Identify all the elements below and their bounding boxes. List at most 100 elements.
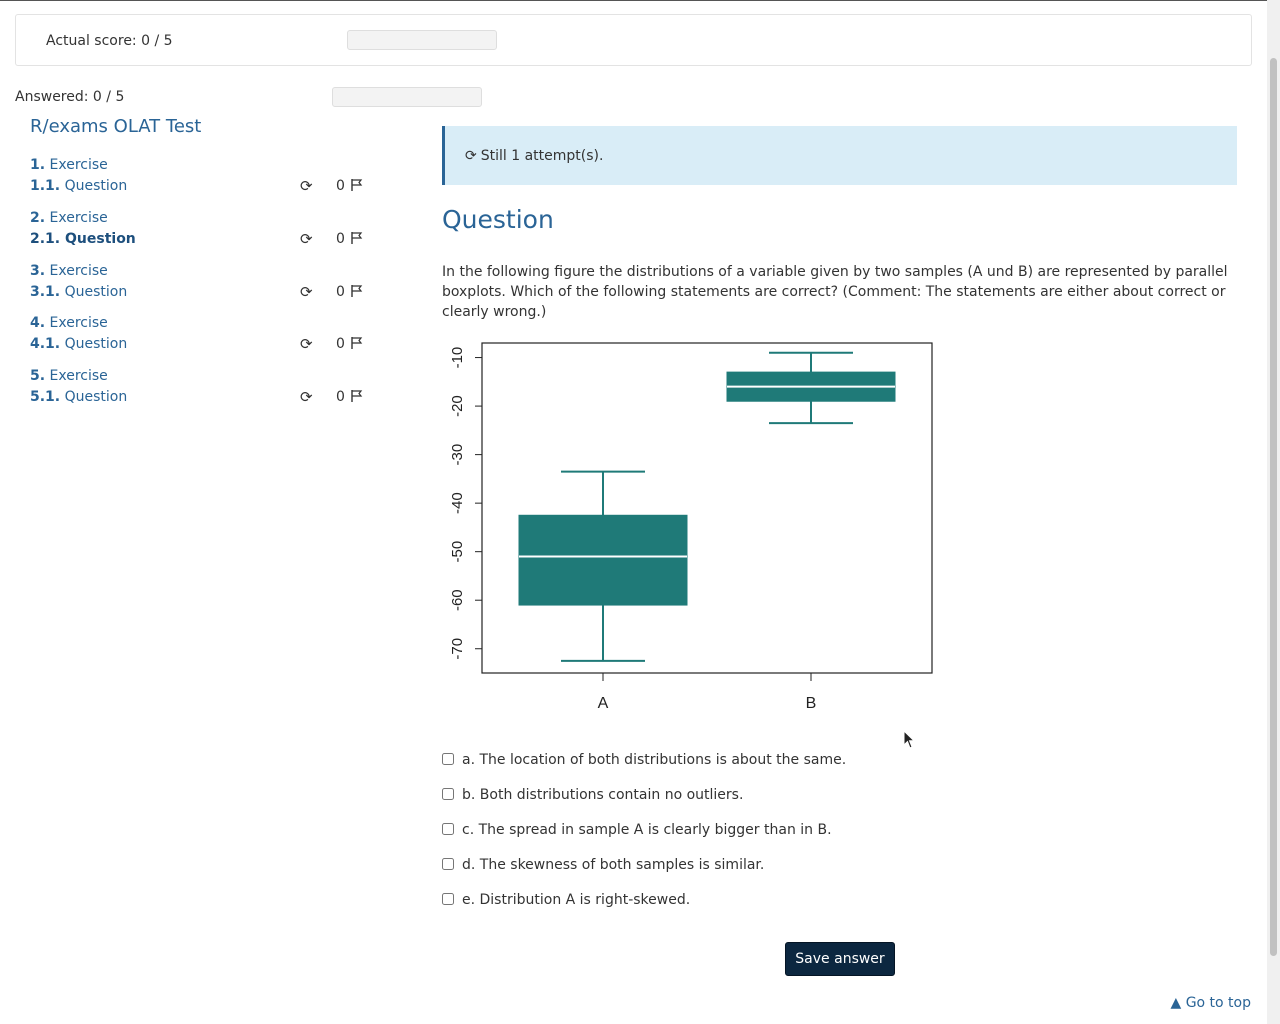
y-tick-label: -50 (449, 541, 466, 563)
exercise-label: Exercise (49, 368, 108, 384)
y-tick-label: -40 (449, 492, 466, 514)
refresh-icon: ⟳ (300, 282, 313, 301)
menu-exercise-3: 3. Exercise 3.1. Question ⟳ 0 (30, 263, 370, 316)
exercise-link[interactable]: 5. Exercise (30, 368, 108, 384)
choice-label[interactable]: e. Distribution A is right-skewed. (462, 892, 690, 908)
exercise-number: 5. (30, 368, 46, 384)
answered-progress-bar (332, 87, 482, 107)
score-panel: Actual score: 0 / 5 (15, 14, 1252, 66)
exercise-number: 1. (30, 157, 46, 173)
chevron-up-icon: ▲ (1170, 995, 1186, 1011)
scrollbar-thumb[interactable] (1270, 58, 1277, 956)
refresh-icon: ⟳ (300, 388, 313, 406)
flag-icon[interactable] (350, 336, 364, 350)
choice-checkbox[interactable] (442, 753, 454, 765)
go-to-top-link[interactable]: ▲ Go to top (1170, 995, 1251, 1011)
question-score: 0 (336, 283, 345, 300)
question-link[interactable]: 5.1. Question (30, 389, 127, 405)
box-A (518, 514, 688, 606)
question-row: 2.1. Question ⟳ 0 (30, 229, 370, 251)
question-score: 0 (336, 336, 345, 353)
question-row: 5.1. Question ⟳ 0 (30, 388, 370, 409)
question-row: 3.1. Question ⟳ 0 (30, 282, 370, 304)
boxplot-chart: -10 -20 -30 -40 -50 -60 -70 A B (449, 342, 933, 712)
question-label: Question (65, 230, 136, 247)
question-number: 2.1. (30, 230, 61, 247)
refresh-icon: ⟳ (300, 229, 313, 248)
exercise-link[interactable]: 1. Exercise (30, 157, 108, 173)
answer-choices: a. The location of both distributions is… (442, 752, 1142, 927)
answered-label: Answered: 0 / 5 (15, 89, 125, 105)
exercise-link[interactable]: 2. Exercise (30, 210, 108, 226)
attempts-alert-text: ⟳ Still 1 attempt(s). (465, 148, 603, 164)
test-title[interactable]: R/exams OLAT Test (30, 116, 201, 137)
choice-row: a. The location of both distributions is… (442, 752, 1142, 787)
exercise-number: 2. (30, 209, 46, 226)
choice-checkbox[interactable] (442, 893, 454, 905)
question-number: 3.1. (30, 283, 61, 300)
choice-checkbox[interactable] (442, 858, 454, 870)
question-number: 5.1. (30, 389, 61, 405)
refresh-icon: ⟳ (300, 335, 313, 354)
go-to-top-label: Go to top (1185, 995, 1251, 1011)
flag-icon[interactable] (350, 231, 364, 245)
menu-exercise-1: 1. Exercise 1.1. Question ⟳ 0 (30, 157, 370, 210)
question-label: Question (64, 336, 128, 353)
choice-row: c. The spread in sample A is clearly big… (442, 822, 1142, 857)
menu-exercise-4: 4. Exercise 4.1. Question ⟳ 0 (30, 315, 370, 368)
question-score: 0 (336, 178, 345, 194)
choice-label[interactable]: b. Both distributions contain no outlier… (462, 787, 743, 803)
choice-label[interactable]: d. The skewness of both samples is simil… (462, 857, 764, 873)
menu-exercise-2: 2. Exercise 2.1. Question ⟳ 0 (30, 210, 370, 263)
question-label: Question (64, 178, 128, 194)
y-tick-label: -30 (449, 444, 466, 466)
flag-icon[interactable] (350, 389, 364, 403)
y-tick-label: -10 (449, 347, 466, 369)
x-tick-label: A (598, 695, 609, 712)
choice-checkbox[interactable] (442, 823, 454, 835)
question-number: 4.1. (30, 336, 61, 353)
question-number: 1.1. (30, 178, 61, 194)
choice-checkbox[interactable] (442, 788, 454, 800)
question-link[interactable]: 1.1. Question (30, 178, 127, 194)
exercise-label: Exercise (49, 157, 108, 173)
top-border (0, 0, 1280, 1)
refresh-icon: ⟳ (465, 148, 477, 164)
attempts-alert: ⟳ Still 1 attempt(s). (442, 126, 1237, 185)
attempts-text: Still 1 attempt(s). (480, 148, 604, 164)
exercise-label: Exercise (49, 315, 108, 332)
actual-score-progress-bar (347, 30, 497, 50)
exercise-label: Exercise (49, 262, 108, 279)
test-navigation-menu: 1. Exercise 1.1. Question ⟳ 0 2. Exercise 2.1… (30, 157, 370, 421)
question-link[interactable]: 3.1. Question (30, 284, 127, 300)
mouse-cursor-icon (903, 730, 916, 749)
y-tick-label: -20 (449, 395, 466, 417)
exercise-link[interactable]: 4. Exercise (30, 315, 108, 331)
question-row: 4.1. Question ⟳ 0 (30, 335, 370, 356)
choice-row: d. The skewness of both samples is simil… (442, 857, 1142, 892)
question-link[interactable]: 4.1. Question (30, 336, 127, 352)
exercise-number: 4. (30, 315, 46, 332)
question-link[interactable]: 2.1. Question (30, 231, 136, 247)
exercise-number: 3. (30, 262, 46, 279)
x-tick-label: B (806, 695, 817, 712)
save-answer-button[interactable]: Save answer (785, 942, 895, 976)
scrollbar[interactable] (1267, 0, 1280, 1024)
choice-label[interactable]: a. The location of both distributions is… (462, 752, 846, 768)
exercise-label: Exercise (49, 209, 108, 226)
flag-icon[interactable] (350, 284, 364, 298)
exercise-link[interactable]: 3. Exercise (30, 263, 108, 279)
question-score: 0 (336, 389, 345, 405)
choice-row: e. Distribution A is right-skewed. (442, 892, 1142, 927)
question-row: 1.1. Question ⟳ 0 (30, 177, 370, 198)
y-tick-label: -70 (449, 638, 466, 660)
question-heading: Question (442, 205, 554, 234)
question-text: In the following figure the distribution… (442, 264, 1228, 320)
flag-icon[interactable] (350, 178, 364, 192)
menu-exercise-5: 5. Exercise 5.1. Question ⟳ 0 (30, 368, 370, 421)
actual-score-label: Actual score: 0 / 5 (46, 33, 173, 49)
y-tick-label: -60 (449, 589, 466, 611)
choice-row: b. Both distributions contain no outlier… (442, 787, 1142, 822)
refresh-icon: ⟳ (300, 177, 313, 195)
choice-label[interactable]: c. The spread in sample A is clearly big… (462, 822, 832, 838)
